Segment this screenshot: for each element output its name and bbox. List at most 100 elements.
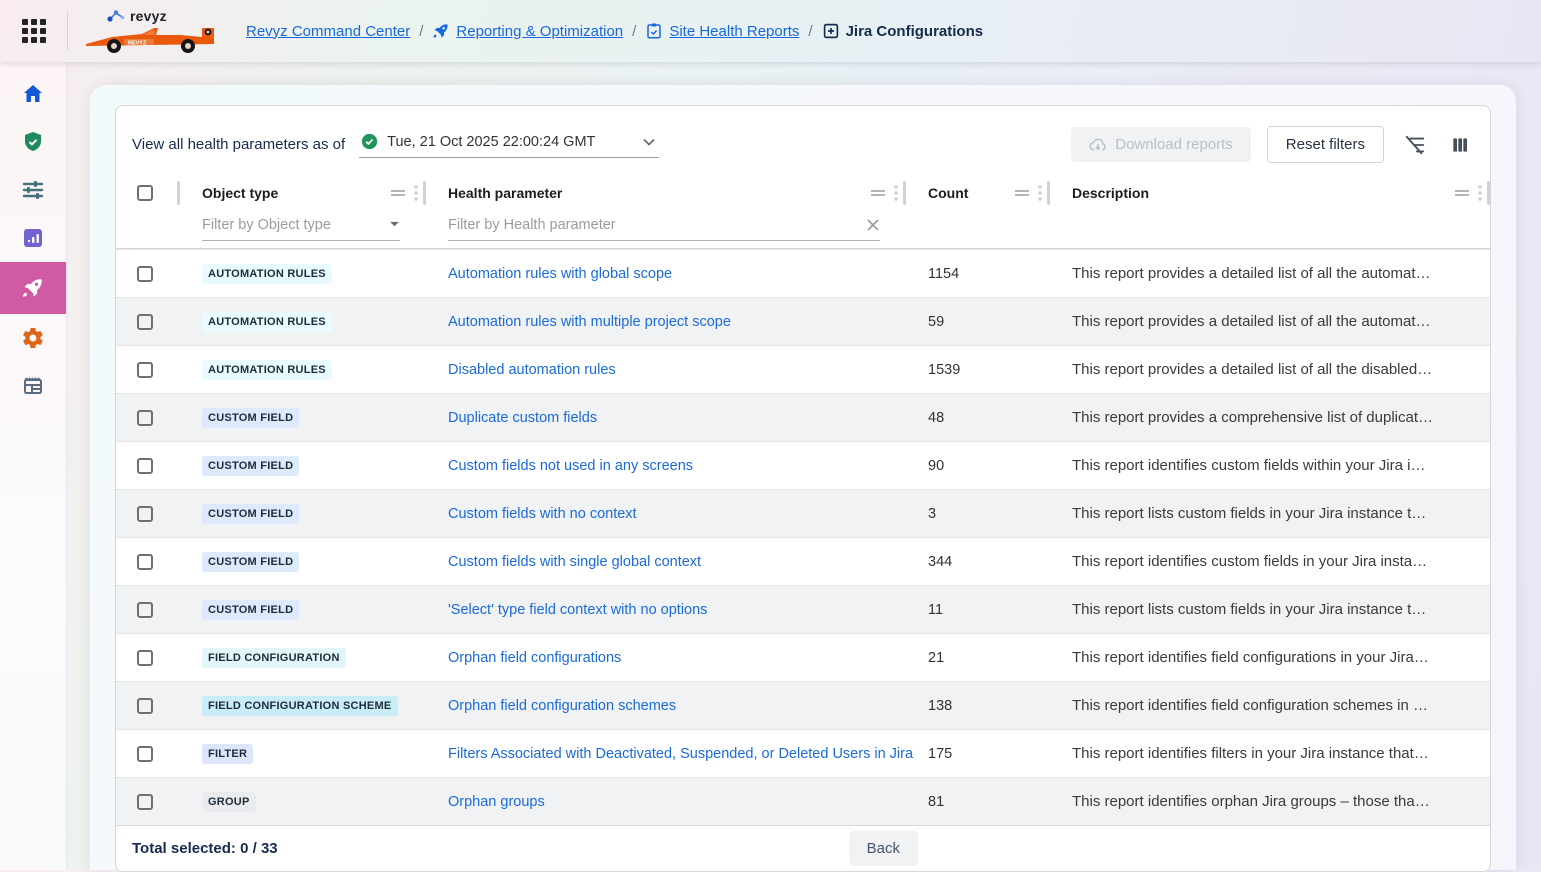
count-value: 344 [906, 554, 1050, 570]
row-checkbox[interactable] [137, 746, 153, 762]
reports-toolbar: View all health parameters as of Tue, 21… [116, 106, 1490, 177]
description-text: This report provides a detailed list of … [1050, 313, 1490, 330]
kebab-menu-icon[interactable] [1038, 185, 1042, 201]
object-type-badge: CUSTOM FIELD [202, 552, 299, 572]
sidebar-item-reporting-active[interactable] [0, 262, 66, 314]
object-type-badge: GROUP [202, 792, 256, 812]
row-checkbox[interactable] [137, 458, 153, 474]
count-value: 48 [906, 410, 1050, 426]
object-type-filter[interactable] [202, 217, 400, 241]
table-row: CUSTOM FIELD Custom fields with single g… [116, 537, 1490, 585]
description-text: This report identifies field configurati… [1050, 697, 1490, 714]
health-parameter-link[interactable]: Automation rules with global scope [448, 266, 672, 282]
row-checkbox[interactable] [137, 602, 153, 618]
column-header-count[interactable]: Count [906, 177, 1050, 209]
object-type-badge: CUSTOM FIELD [202, 456, 299, 476]
health-parameter-link[interactable]: Orphan field configurations [448, 650, 621, 666]
breadcrumb-separator: / [808, 23, 812, 40]
snapshot-date-value: Tue, 21 Oct 2025 22:00:24 GMT [387, 134, 634, 150]
sidebar-item-settings[interactable] [0, 314, 66, 362]
column-header-description[interactable]: Description [1050, 177, 1490, 209]
row-checkbox[interactable] [137, 650, 153, 666]
molecule-icon [106, 8, 126, 24]
breadcrumb-current-page: Jira Configurations [846, 23, 984, 40]
rocket-icon [21, 276, 45, 300]
news-layout-icon [21, 374, 45, 398]
kebab-menu-icon[interactable] [894, 185, 898, 201]
sidebar-item-news[interactable] [0, 362, 66, 410]
count-value: 59 [906, 314, 1050, 330]
health-parameter-link[interactable]: Custom fields with single global context [448, 554, 701, 570]
clear-all-filters-button[interactable] [1400, 130, 1430, 160]
health-parameter-filter[interactable] [448, 217, 880, 241]
total-selected-text: Total selected: 0 / 33 [132, 840, 278, 857]
reset-filters-button[interactable]: Reset filters [1267, 126, 1384, 163]
health-parameter-link[interactable]: Duplicate custom fields [448, 410, 597, 426]
table-row: FIELD CONFIGURATION SCHEME Orphan field … [116, 681, 1490, 729]
kebab-menu-icon[interactable] [1478, 185, 1482, 201]
sidebar-item-analytics[interactable] [0, 214, 66, 262]
health-parameter-link[interactable]: Disabled automation rules [448, 362, 616, 378]
count-value: 90 [906, 458, 1050, 474]
kebab-menu-icon[interactable] [414, 185, 418, 201]
table-row: GROUP Orphan groups 81 This report ident… [116, 777, 1490, 825]
sidebar-item-home[interactable] [0, 70, 66, 118]
grid-apps-icon [21, 18, 47, 44]
table-row: AUTOMATION RULES Automation rules with m… [116, 297, 1490, 345]
svg-text:REVYZ: REVYZ [128, 41, 147, 47]
view-as-of-label: View all health parameters as of [132, 136, 345, 153]
logo-wordmark: revyz [130, 8, 167, 24]
object-type-badge: AUTOMATION RULES [202, 312, 332, 332]
table-footer: Total selected: 0 / 33 Back [116, 825, 1490, 871]
breadcrumb-reporting-link[interactable]: Reporting & Optimization [456, 23, 623, 40]
breadcrumb-command-center-link[interactable]: Revyz Command Center [246, 23, 410, 40]
race-car-logo: REVYZ [84, 24, 220, 54]
column-header-health-parameter[interactable]: Health parameter [426, 177, 906, 209]
health-parameter-filter-input[interactable] [448, 217, 866, 233]
health-parameter-link[interactable]: Orphan field configuration schemes [448, 698, 676, 714]
drag-handle-icon[interactable] [390, 188, 406, 198]
health-parameter-link[interactable]: Orphan groups [448, 794, 545, 810]
column-settings-button[interactable] [1446, 131, 1474, 159]
description-text: This report lists custom fields in your … [1050, 505, 1490, 522]
row-checkbox[interactable] [137, 410, 153, 426]
row-checkbox[interactable] [137, 362, 153, 378]
health-parameter-link[interactable]: Filters Associated with Deactivated, Sus… [448, 746, 913, 762]
health-parameter-link[interactable]: Custom fields with no context [448, 506, 637, 522]
row-checkbox[interactable] [137, 266, 153, 282]
download-reports-button[interactable]: Download reports [1071, 127, 1251, 162]
drag-handle-icon[interactable] [1454, 188, 1470, 198]
row-checkbox[interactable] [137, 698, 153, 714]
app-switcher-button[interactable] [17, 14, 51, 48]
count-value: 11 [906, 602, 1050, 618]
snapshot-date-select[interactable]: Tue, 21 Oct 2025 22:00:24 GMT [359, 131, 659, 158]
health-parameter-link[interactable]: Automation rules with multiple project s… [448, 314, 731, 330]
drag-handle-icon[interactable] [870, 188, 886, 198]
reports-panel: View all health parameters as of Tue, 21… [115, 105, 1491, 872]
object-type-badge: AUTOMATION RULES [202, 264, 332, 284]
clear-x-icon[interactable] [866, 218, 880, 232]
table-row: FILTER Filters Associated with Deactivat… [116, 729, 1490, 777]
page-card: View all health parameters as of Tue, 21… [90, 85, 1516, 870]
sidebar-item-controls[interactable] [0, 166, 66, 214]
caret-down-icon[interactable] [389, 221, 400, 228]
row-checkbox[interactable] [137, 554, 153, 570]
column-header-object-type[interactable]: Object type [180, 177, 426, 209]
health-parameter-link[interactable]: 'Select' type field context with no opti… [448, 602, 707, 618]
count-value: 21 [906, 650, 1050, 666]
description-text: This report identifies orphan Jira group… [1050, 793, 1490, 810]
drag-handle-icon[interactable] [1014, 188, 1030, 198]
object-type-filter-input[interactable] [202, 217, 389, 233]
main-content: View all health parameters as of Tue, 21… [67, 62, 1541, 870]
plus-square-icon [822, 22, 840, 40]
row-checkbox[interactable] [137, 794, 153, 810]
sidebar-item-security[interactable] [0, 118, 66, 166]
select-all-checkbox[interactable] [137, 185, 153, 201]
breadcrumb-site-health-link[interactable]: Site Health Reports [669, 23, 799, 40]
back-button[interactable]: Back [849, 831, 918, 866]
row-checkbox[interactable] [137, 506, 153, 522]
left-sidebar [0, 62, 67, 870]
rocket-icon [432, 22, 450, 40]
health-parameter-link[interactable]: Custom fields not used in any screens [448, 458, 693, 474]
row-checkbox[interactable] [137, 314, 153, 330]
